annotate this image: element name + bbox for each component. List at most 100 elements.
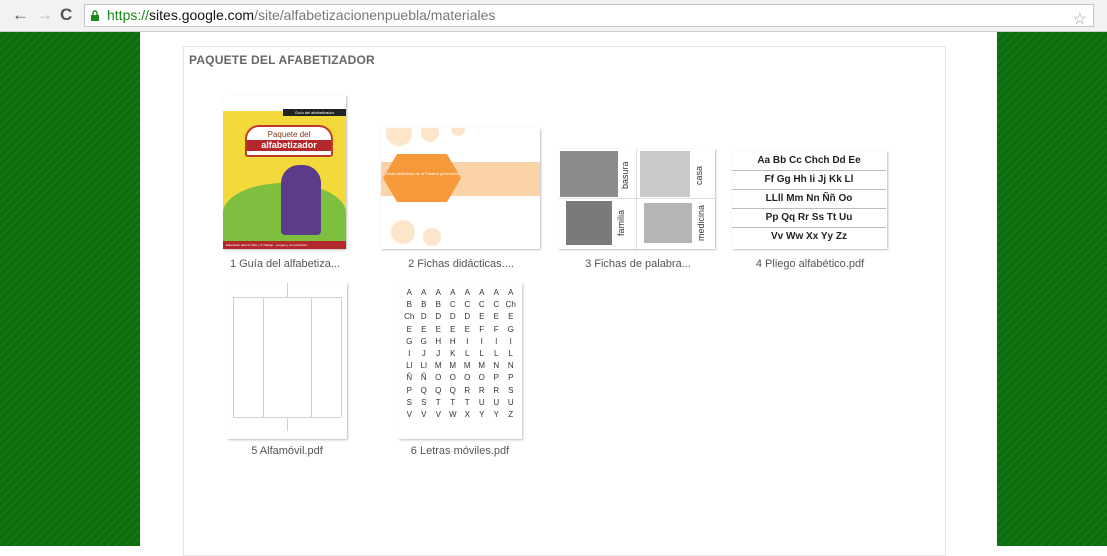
letter-cell: D <box>420 312 427 322</box>
letter-cell: E <box>479 312 485 322</box>
letter-cell: Y <box>493 410 499 420</box>
letter-cell: J <box>421 349 426 359</box>
letter-cell: D <box>449 312 456 322</box>
letter-cell: T <box>435 397 441 407</box>
file-thumbnail[interactable]: Fichas didácticas de la Palabra generado… <box>381 128 540 249</box>
file-thumbnail[interactable]: A A A A A A A A B B B C C C C Ch Ch D D D D E E E E E E E E F F G G G H H I I… <box>398 283 522 439</box>
file-thumbnail[interactable] <box>227 283 347 439</box>
letter-cell: E <box>450 324 456 334</box>
letter-cell: E <box>421 324 427 334</box>
letter-cell: W <box>448 410 457 420</box>
letter-cell: H <box>449 336 456 346</box>
letter-cell: A <box>464 288 470 297</box>
letter-cell: R <box>493 385 500 395</box>
letters-row: EEEEEFFG <box>402 324 518 336</box>
letter-cell: V <box>435 410 441 420</box>
letter-cell: B <box>435 300 441 310</box>
letter-cell: Ch <box>505 300 516 310</box>
letter-cell: R <box>478 385 485 395</box>
letter-cell: Ch <box>404 312 415 322</box>
forward-arrow-icon[interactable]: → <box>36 6 53 24</box>
url-host: sites.google.com <box>149 7 255 23</box>
letter-cell: A <box>479 288 485 297</box>
letters-row: PQQQRRRS <box>402 385 518 397</box>
letters-grid: A A A A A A A A B B B C C C C Ch Ch D D D D E E E E E E E E F F G G G H H I I… <box>402 287 518 421</box>
letter-cell: Ll <box>406 361 413 371</box>
letter-cell: I <box>480 336 483 346</box>
letter-cell: J <box>436 349 441 359</box>
letter-cell: D <box>435 312 442 322</box>
alphabet-row: LLll Mm Nn Ññ Oo <box>732 189 886 209</box>
letter-cell: K <box>450 349 456 359</box>
letter-cell: S <box>508 385 514 395</box>
letter-cell: Ll <box>420 361 427 371</box>
url-scheme: https:// <box>107 7 150 23</box>
letter-cell: Y <box>479 410 485 420</box>
letter-cell: E <box>406 324 412 334</box>
letter-cell: L <box>508 349 513 359</box>
letter-cell: M <box>478 361 486 371</box>
letters-row: B B B C C C C Ch <box>402 299 518 311</box>
letter-cell: B <box>421 300 427 310</box>
file-caption[interactable]: 4 Pliego alfabético.pdf <box>730 258 890 270</box>
cover-strip-label: Guía del alfabetizador <box>283 109 346 116</box>
letters-row: AAAAAAAA <box>402 287 518 299</box>
file-thumbnail[interactable]: Guía del alfabetizador Paquete del alfab… <box>223 95 346 249</box>
letter-cell: G <box>406 336 413 346</box>
letter-cell: V <box>421 410 427 420</box>
letters-row: IJJKLLLL <box>402 348 518 360</box>
file-gallery-panel: PAQUETE DEL AFABETIZADOR Guía del alfabe… <box>183 46 946 556</box>
alphabet-row: Vv Ww Xx Yy Zz <box>771 231 847 242</box>
letter-cell: A <box>421 288 427 297</box>
photo-casa <box>640 151 690 197</box>
letter-cell: O <box>449 373 456 383</box>
letter-cell: F <box>479 324 485 334</box>
url-path: /site/alfabetizacionenpuebla/materiales <box>254 7 496 23</box>
letter-cell: L <box>494 349 499 359</box>
reload-icon[interactable]: C <box>60 6 72 24</box>
letters-row: ÑÑOOOOPP <box>402 372 518 384</box>
file-thumbnail[interactable]: Aa Bb Cc Chch Dd Ee Ff Gg Hh Ii Jj Kk Ll… <box>732 151 887 249</box>
file-caption[interactable]: 5 Alfamóvil.pdf <box>207 445 367 457</box>
letter-cell: G <box>420 336 427 346</box>
hexagon-label: Fichas didácticas de la Palabra generado… <box>383 154 461 202</box>
file-caption[interactable]: 6 Letras móviles.pdf <box>380 445 540 457</box>
letter-cell: R <box>464 385 471 395</box>
letter-cell: C <box>449 300 456 310</box>
letter-cell: Z <box>508 410 514 420</box>
letter-cell: P <box>406 385 412 395</box>
letter-cell: A <box>493 288 499 297</box>
letter-cell: U <box>478 397 485 407</box>
letter-cell: C <box>478 300 485 310</box>
letter-cell: O <box>478 373 485 383</box>
cover-title-line1: Paquete del <box>267 130 311 139</box>
file-caption[interactable]: 2 Fichas didácticas.... <box>381 258 541 270</box>
letter-cell: L <box>465 349 470 359</box>
letter-cell: S <box>406 397 412 407</box>
content-area: PAQUETE DEL AFABETIZADOR Guía del alfabe… <box>140 32 997 556</box>
letter-cell: T <box>450 397 456 407</box>
letter-cell: N <box>507 361 514 371</box>
file-thumbnail[interactable]: basura casa familia medicina <box>558 149 715 249</box>
letter-cell: S <box>421 397 427 407</box>
letter-cell: V <box>406 410 412 420</box>
photo-familia <box>566 201 612 245</box>
address-bar[interactable]: https://sites.google.com/site/alfabetiza… <box>84 4 1094 27</box>
star-icon[interactable]: ☆ <box>1073 9 1087 26</box>
file-caption[interactable]: 3 Fichas de palabra... <box>558 258 718 270</box>
photo-medicina <box>644 203 692 243</box>
letter-cell: Q <box>435 385 442 395</box>
back-arrow-icon[interactable]: ← <box>12 6 29 24</box>
alphabet-row: Aa Bb Cc Chch Dd Ee <box>732 151 886 171</box>
word-casa: casa <box>694 165 704 185</box>
letter-cell: U <box>507 397 514 407</box>
letter-cell: P <box>493 373 499 383</box>
letters-row: Ll Ll M M M M N N <box>402 360 518 372</box>
letter-cell: U <box>493 397 500 407</box>
letter-cell: B <box>406 300 412 310</box>
letter-cell: E <box>493 312 499 322</box>
file-caption[interactable]: 1 Guía del alfabetiza... <box>205 258 365 270</box>
letter-cell: G <box>507 324 514 334</box>
word-medicina: medicina <box>696 204 706 242</box>
letter-cell: P <box>508 373 514 383</box>
